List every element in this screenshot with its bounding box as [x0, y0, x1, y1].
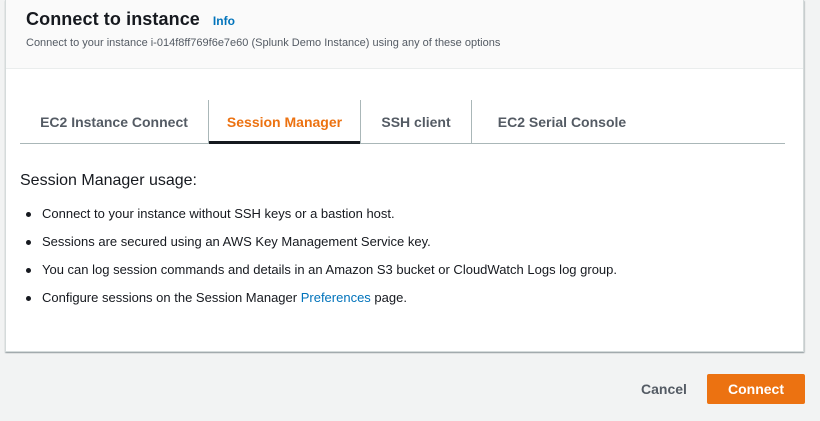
tab-session-manager[interactable]: Session Manager: [209, 100, 360, 144]
info-link[interactable]: Info: [213, 14, 235, 28]
preferences-link[interactable]: Preferences: [301, 290, 371, 305]
list-item: You can log session commands and details…: [20, 259, 617, 287]
panel-header: Connect to instance Info Connect to your…: [6, 0, 803, 69]
page-title: Connect to instance: [26, 9, 200, 29]
title-row: Connect to instance Info: [26, 9, 235, 30]
tab-ec2-instance-connect[interactable]: EC2 Instance Connect: [20, 100, 208, 143]
page-subtitle: Connect to your instance i-014f8ff769f6e…: [26, 37, 501, 49]
list-item: Sessions are secured using an AWS Key Ma…: [20, 231, 617, 259]
session-manager-heading: Session Manager usage:: [20, 172, 197, 189]
usage-list: Connect to your instance without SSH key…: [20, 203, 617, 315]
connection-method-tabs: EC2 Instance Connect Session Manager SSH…: [20, 100, 785, 144]
list-item: Connect to your instance without SSH key…: [20, 203, 617, 231]
tab-ec2-serial-console[interactable]: EC2 Serial Console: [472, 100, 652, 143]
tab-ssh-client[interactable]: SSH client: [361, 100, 471, 143]
list-item: Configure sessions on the Session Manage…: [20, 287, 617, 315]
connect-button[interactable]: Connect: [707, 374, 805, 404]
cancel-button[interactable]: Cancel: [626, 374, 702, 404]
list-item-text: page.: [370, 290, 407, 305]
list-item-text: Configure sessions on the Session Manage…: [42, 290, 301, 305]
